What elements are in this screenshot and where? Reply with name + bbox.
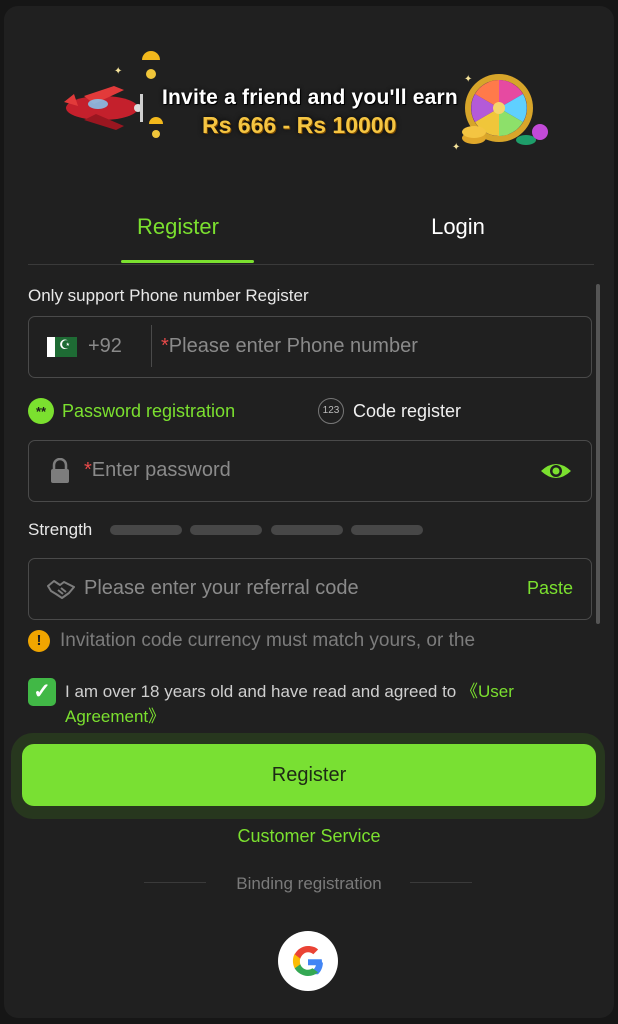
strength-label: Strength — [28, 520, 93, 539]
sparkle-icon: ✦ — [464, 74, 473, 85]
registration-mode-selector: ** Password registration 123 Code regist… — [28, 398, 588, 428]
phone-placeholder: Please enter Phone number — [168, 335, 418, 357]
tab-register[interactable]: Register — [98, 214, 258, 240]
password-input[interactable]: *Enter password — [84, 459, 231, 482]
agreement-checkbox[interactable]: ✓ — [28, 678, 56, 706]
currency-notice: ! Invitation code currency must match yo… — [28, 630, 475, 652]
lock-icon — [51, 458, 69, 483]
password-registration-option[interactable]: ** Password registration — [28, 398, 235, 424]
pakistan-flag-icon[interactable]: ☪ — [47, 337, 77, 357]
referral-code-field[interactable]: Please enter your referral code Paste — [28, 558, 592, 620]
google-icon — [292, 946, 323, 976]
invite-banner[interactable]: ✦ ✦ ✦ Invite a friend and you'll earn Rs… — [54, 46, 564, 166]
scrollbar[interactable] — [596, 284, 600, 624]
handshake-icon — [47, 580, 75, 599]
strength-bar-segment — [190, 525, 262, 535]
password-mode-icon: ** — [28, 398, 54, 424]
google-signin-button[interactable] — [278, 931, 338, 991]
agreement-statement: I am over 18 years old and have read and… — [65, 682, 461, 701]
divider — [151, 325, 152, 367]
auth-tabs: Register Login — [28, 202, 594, 265]
show-password-eye-icon[interactable] — [539, 459, 573, 483]
code-register-label: Code register — [353, 400, 462, 421]
code-mode-icon: 123 — [318, 398, 344, 424]
banner-line2: Rs 666 - Rs 10000 — [202, 112, 397, 138]
sparkle-icon: ✦ — [452, 142, 461, 153]
password-registration-label: Password registration — [62, 400, 236, 421]
currency-notice-text: Invitation code currency must match your… — [60, 630, 476, 651]
banner-line1: Invite a friend and you'll earn — [162, 86, 458, 109]
customer-service-link[interactable]: Customer Service — [4, 826, 614, 847]
required-mark: * — [84, 459, 92, 481]
code-register-option[interactable]: 123 Code register — [318, 398, 461, 424]
prize-wheel-icon — [462, 74, 548, 145]
register-hint: Only support Phone number Register — [28, 286, 309, 305]
password-field[interactable]: *Enter password — [28, 440, 592, 502]
password-placeholder: Enter password — [91, 459, 231, 481]
active-tab-indicator — [121, 260, 254, 263]
agreement-text: I am over 18 years old and have read and… — [65, 679, 595, 729]
phone-field[interactable]: ☪ +92 *Please enter Phone number — [28, 316, 592, 378]
divider-line — [410, 882, 472, 883]
register-modal: ✦ ✦ ✦ Invite a friend and you'll earn Rs… — [4, 6, 614, 1018]
strength-bar-segment — [271, 525, 343, 535]
paste-button[interactable]: Paste — [527, 578, 573, 599]
sparkle-icon: ✦ — [114, 66, 123, 77]
warning-icon: ! — [28, 630, 50, 652]
strength-bar-segment — [110, 525, 182, 535]
strength-bar-segment — [351, 525, 423, 535]
airplane-icon — [64, 86, 143, 130]
register-button[interactable]: Register — [22, 744, 596, 806]
country-code[interactable]: +92 — [88, 335, 122, 358]
binding-registration-label: Binding registration — [236, 874, 382, 893]
parachute-coin-icon — [142, 51, 160, 79]
tab-login[interactable]: Login — [378, 214, 538, 240]
referral-code-input[interactable]: Please enter your referral code — [84, 577, 359, 600]
phone-input[interactable]: *Please enter Phone number — [161, 335, 418, 358]
required-mark: * — [161, 335, 169, 357]
parachute-coin-icon — [149, 117, 163, 138]
